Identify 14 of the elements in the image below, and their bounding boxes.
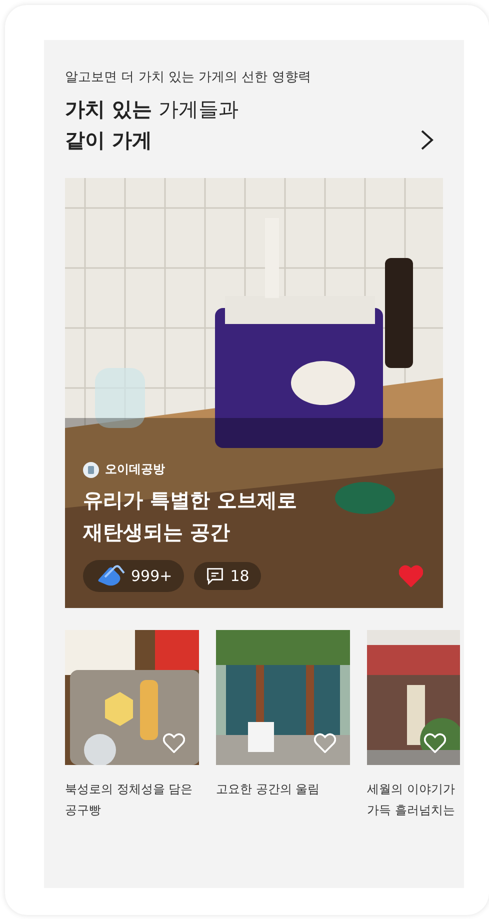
- chevron-right-icon[interactable]: [420, 129, 434, 151]
- section-subtitle: 알고보면 더 가치 있는 가게의 선한 영향력: [65, 69, 312, 86]
- section-title: 같이 가게: [65, 127, 153, 154]
- card-caption[interactable]: 고요한 공간의 울림: [216, 779, 350, 800]
- comment-button[interactable]: 18: [194, 562, 262, 590]
- card-caption[interactable]: 북성로의 정체성을 담은 공구빵: [65, 779, 199, 821]
- section-title: 가치 있는 가게들과: [65, 96, 238, 123]
- featured-title: 유리가 특별한 오브제로 재탄생되는 공간: [83, 487, 298, 546]
- featured-card[interactable]: 오이데공방 유리가 특별한 오브제로 재탄생되는 공간 999+ 18: [65, 178, 443, 608]
- clap-button[interactable]: 999+: [83, 560, 184, 592]
- card-caption[interactable]: 세월의 이야기가 가득 흘러넘치는: [367, 779, 460, 821]
- comment-icon: [206, 567, 224, 585]
- store-avatar-icon: [83, 462, 99, 478]
- store-name[interactable]: 오이데공방: [105, 461, 165, 478]
